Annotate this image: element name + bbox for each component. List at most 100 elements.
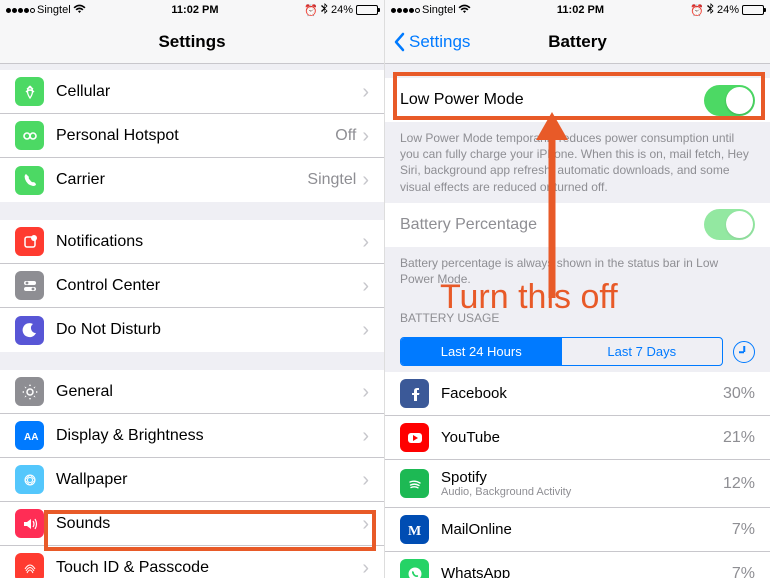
mailonline-icon: M [400, 515, 429, 544]
clock-icon[interactable] [733, 341, 755, 363]
app-row-whatsapp[interactable]: WhatsApp 7% [385, 552, 770, 578]
chevron-right-icon: › [362, 558, 369, 578]
chevron-right-icon: › [362, 514, 369, 534]
hotspot-icon [15, 121, 44, 150]
cell-value: Singtel [307, 171, 356, 189]
app-row-spotify[interactable]: Spotify Audio, Background Activity 12% [385, 460, 770, 508]
battery-pct-label: 24% [331, 4, 353, 16]
app-row-youtube[interactable]: YouTube 21% [385, 416, 770, 460]
battery-icon [742, 5, 764, 15]
cell-label: Carrier [56, 171, 307, 189]
alarm-icon: ⏰ [690, 4, 704, 17]
battery-usage-list: Facebook 30% YouTube 21% Spotify Audio, … [385, 372, 770, 578]
cell-label: Cellular [56, 83, 356, 101]
app-name: Spotify [441, 469, 723, 486]
cellular-icon [15, 77, 44, 106]
chevron-right-icon: › [362, 126, 369, 146]
nav-bar: Settings Battery [385, 20, 770, 64]
cell-wallpaper[interactable]: Wallpaper › [0, 458, 384, 502]
usage-period-segmented[interactable]: Last 24 Hours Last 7 Days [400, 337, 723, 366]
page-title: Battery [548, 32, 607, 52]
nav-bar: Settings [0, 20, 384, 64]
app-pct: 7% [732, 521, 755, 539]
cell-label: Control Center [56, 277, 362, 295]
chevron-right-icon: › [362, 170, 369, 190]
seg-last-24h[interactable]: Last 24 Hours [401, 338, 562, 365]
app-row-facebook[interactable]: Facebook 30% [385, 372, 770, 416]
cell-cellular[interactable]: Cellular › [0, 70, 384, 114]
signal-dots-icon [6, 8, 35, 13]
youtube-icon [400, 423, 429, 452]
battery-percentage-group: Battery Percentage [385, 203, 770, 247]
cell-battery-percentage: Battery Percentage [385, 203, 770, 247]
cell-display-brightness[interactable]: AA Display & Brightness › [0, 414, 384, 458]
page-title: Settings [158, 32, 225, 52]
bpct-footer-note: Battery percentage is always shown in th… [385, 247, 770, 295]
cell-sounds[interactable]: Sounds › [0, 502, 384, 546]
brightness-icon: AA [15, 421, 44, 450]
battery-pct-label: 24% [717, 4, 739, 16]
carrier-label: Singtel [37, 4, 71, 16]
app-name: YouTube [441, 429, 723, 446]
signal-dots-icon [391, 8, 420, 13]
settings-group-alerts: Notifications › Control Center › Do Not … [0, 220, 384, 352]
status-bar: Singtel 11:02 PM ⏰ 24% [0, 0, 384, 20]
cell-label: Display & Brightness [56, 427, 362, 445]
cell-notifications[interactable]: Notifications › [0, 220, 384, 264]
cell-touch-id[interactable]: Touch ID & Passcode › [0, 546, 384, 578]
cell-personal-hotspot[interactable]: Personal Hotspot Off › [0, 114, 384, 158]
cell-label: Wallpaper [56, 471, 362, 489]
low-power-mode-toggle[interactable] [704, 85, 755, 116]
wifi-icon [73, 4, 86, 17]
settings-group-general: General › AA Display & Brightness › Wall… [0, 370, 384, 578]
cell-value: Off [335, 127, 356, 145]
app-row-mailonline[interactable]: M MailOnline 7% [385, 508, 770, 552]
chevron-right-icon: › [362, 232, 369, 252]
chevron-right-icon: › [362, 426, 369, 446]
back-label: Settings [409, 32, 470, 52]
lpm-footer-note: Low Power Mode temporarily reduces power… [385, 122, 770, 203]
app-sub: Audio, Background Activity [441, 486, 723, 498]
cell-general[interactable]: General › [0, 370, 384, 414]
app-name: MailOnline [441, 521, 732, 538]
cell-low-power-mode[interactable]: Low Power Mode [385, 78, 770, 122]
sounds-icon [15, 509, 44, 538]
spotify-icon [400, 469, 429, 498]
cell-carrier[interactable]: Carrier Singtel › [0, 158, 384, 202]
control-center-icon [15, 271, 44, 300]
settings-screen: Singtel 11:02 PM ⏰ 24% Settings C [0, 0, 385, 578]
back-button[interactable]: Settings [393, 32, 470, 52]
app-pct: 12% [723, 475, 755, 493]
carrier-label: Singtel [422, 4, 456, 16]
battery-percentage-toggle [704, 209, 755, 240]
fingerprint-icon [15, 553, 44, 578]
usage-period-row: Last 24 Hours Last 7 Days [385, 331, 770, 372]
cell-label: Low Power Mode [400, 91, 704, 109]
battery-usage-header: BATTERY USAGE [385, 295, 770, 331]
cell-do-not-disturb[interactable]: Do Not Disturb › [0, 308, 384, 352]
bluetooth-icon [321, 3, 328, 17]
settings-group-network: Cellular › Personal Hotspot Off › Carrie… [0, 70, 384, 202]
whatsapp-icon [400, 559, 429, 578]
chevron-right-icon: › [362, 82, 369, 102]
app-pct: 7% [732, 565, 755, 578]
notifications-icon [15, 227, 44, 256]
app-pct: 30% [723, 385, 755, 403]
battery-screen: Singtel 11:02 PM ⏰ 24% Settings Battery [385, 0, 770, 578]
wifi-icon [458, 4, 471, 17]
battery-icon [356, 5, 378, 15]
cell-label: Personal Hotspot [56, 127, 335, 145]
cell-label: Touch ID & Passcode [56, 559, 362, 577]
facebook-icon [400, 379, 429, 408]
seg-last-7d[interactable]: Last 7 Days [562, 338, 723, 365]
svg-text:M: M [408, 524, 421, 539]
gear-icon [15, 377, 44, 406]
app-name: WhatsApp [441, 565, 732, 578]
cell-control-center[interactable]: Control Center › [0, 264, 384, 308]
chevron-right-icon: › [362, 382, 369, 402]
cell-label: General [56, 383, 362, 401]
svg-text:AA: AA [24, 432, 38, 443]
chevron-right-icon: › [362, 320, 369, 340]
status-bar: Singtel 11:02 PM ⏰ 24% [385, 0, 770, 20]
chevron-right-icon: › [362, 276, 369, 296]
